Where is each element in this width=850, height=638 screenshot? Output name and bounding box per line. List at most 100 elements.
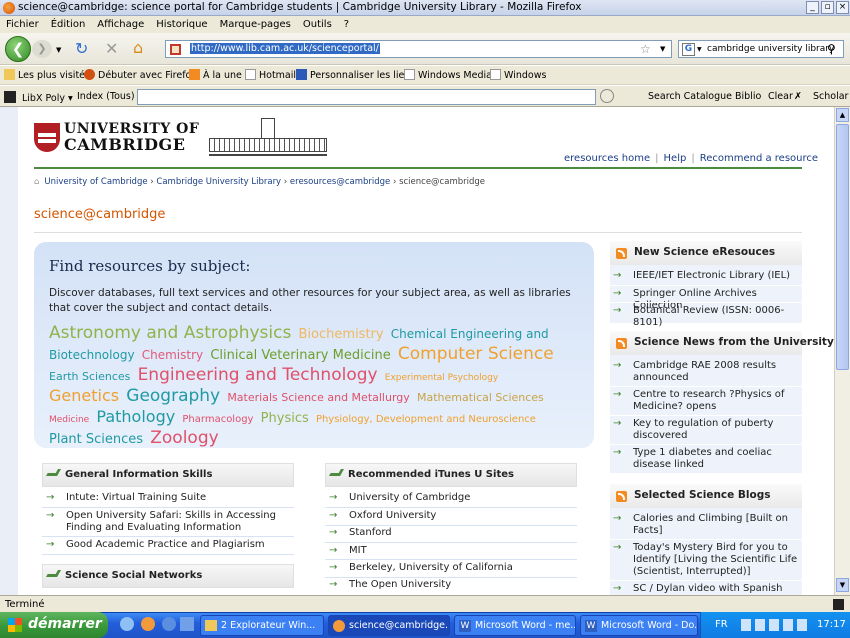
itunes-item[interactable]: Stanford <box>329 527 577 539</box>
home-icon[interactable]: ⌂ <box>133 38 143 57</box>
reload-icon[interactable]: ↻ <box>75 39 88 58</box>
scholar-button[interactable]: Scholar <box>813 91 848 102</box>
subject-link[interactable]: Experimental Psychology <box>385 373 498 383</box>
news-item[interactable]: Cambridge RAE 2008 results announced <box>613 360 793 384</box>
itunes-item[interactable]: MIT <box>329 545 577 557</box>
eresources-item[interactable]: IEEE/IET Electronic Library (IEL) <box>613 270 801 282</box>
blog-item[interactable]: Today's Mystery Bird for you to Identify… <box>613 542 805 578</box>
subject-link[interactable]: Physics <box>261 411 309 426</box>
url-text[interactable]: http://www.lib.cam.ac.uk/scienceportal/ <box>190 43 380 54</box>
scroll-up-icon[interactable]: ▲ <box>836 108 849 122</box>
search-catalogue-button[interactable]: Search Catalogue Biblio <box>648 91 761 102</box>
scholar-icon[interactable]: ✗ <box>794 91 802 102</box>
info-skills-item[interactable]: Good Academic Practice and Plagiarism <box>46 539 294 551</box>
menu-outils[interactable]: Outils <box>297 16 338 31</box>
subject-link[interactable]: Zoology <box>150 428 218 448</box>
clear-button[interactable]: Clear <box>768 91 793 102</box>
menu-marque-pages[interactable]: Marque-pages <box>214 16 297 31</box>
libx-go-icon[interactable] <box>600 89 614 103</box>
blog-item[interactable]: Calories and Climbing [Built on Facts] <box>613 513 793 537</box>
bookmark-a-la-une[interactable]: À la une <box>189 69 242 81</box>
menu-edition[interactable]: Édition <box>45 16 92 31</box>
libx-menu[interactable]: LibX Poly ▾ <box>4 91 73 104</box>
close-button[interactable]: × <box>836 1 849 14</box>
bookmark-personnaliser[interactable]: Personnaliser les liens <box>296 69 415 81</box>
eresources-home-link[interactable]: eresources home <box>564 153 650 164</box>
stop-icon[interactable]: ✕ <box>105 39 118 58</box>
language-indicator[interactable]: FR <box>715 619 728 630</box>
subject-link[interactable]: Plant Sciences <box>49 432 143 447</box>
breadcrumb-library[interactable]: Cambridge University Library <box>156 177 281 187</box>
search-icon[interactable]: ⚲ <box>827 42 836 56</box>
back-button[interactable]: ❮ <box>5 36 31 62</box>
google-icon[interactable]: G <box>682 43 695 56</box>
rss-icon[interactable] <box>616 491 627 502</box>
start-button[interactable]: démarrer <box>0 612 108 638</box>
itunes-item[interactable]: The Open University <box>329 579 577 591</box>
task-word-1[interactable]: W Microsoft Word - me... <box>454 615 576 636</box>
quicklaunch-ie-icon[interactable] <box>120 617 134 631</box>
menu-fichier[interactable]: Fichier <box>0 16 45 31</box>
task-explorer[interactable]: 2 Explorateur Win... <box>200 615 324 636</box>
subject-link[interactable]: Pharmacology <box>182 414 253 425</box>
bookmark-hotmail[interactable]: Hotmail <box>245 69 296 81</box>
bookmark-windows[interactable]: Windows <box>490 69 546 81</box>
subject-link[interactable]: Earth Sciences <box>49 370 130 383</box>
news-item[interactable]: Type 1 diabetes and coeliac disease link… <box>613 447 801 471</box>
menu-help[interactable]: ? <box>338 16 355 31</box>
subject-link[interactable]: Biochemistry <box>299 327 384 342</box>
breadcrumb-eresources[interactable]: eresources@cambridge <box>290 177 390 187</box>
subject-link[interactable]: Pathology <box>96 407 175 426</box>
eresources-item[interactable]: Botanical Review (ISSN: 0006-8101) <box>613 305 801 329</box>
info-skills-item[interactable]: Intute: Virtual Training Suite <box>46 492 294 504</box>
recommend-resource-link[interactable]: Recommend a resource <box>700 153 818 164</box>
task-firefox[interactable]: science@cambridge... <box>328 615 450 636</box>
quicklaunch-desktop-icon[interactable] <box>180 617 194 631</box>
rss-icon[interactable] <box>616 248 627 259</box>
history-dropdown-icon[interactable]: ▼ <box>56 46 61 54</box>
subject-link[interactable]: Materials Science and Metallurgy <box>227 391 409 404</box>
news-item[interactable]: Key to regulation of puberty discovered <box>613 418 793 442</box>
url-bar[interactable]: http://www.lib.cam.ac.uk/scienceportal/ … <box>165 40 672 58</box>
forward-button[interactable]: ❯ <box>32 40 52 58</box>
scroll-thumb[interactable] <box>836 124 849 370</box>
itunes-item[interactable]: University of Cambridge <box>329 492 577 504</box>
menu-affichage[interactable]: Affichage <box>91 16 150 31</box>
breadcrumb-university[interactable]: University of Cambridge <box>44 177 147 187</box>
subject-link[interactable]: Genetics <box>49 386 119 405</box>
info-skills-item[interactable]: Open University Safari: Skills in Access… <box>46 510 296 534</box>
libx-index-dropdown[interactable]: Index (Tous) ▾ <box>77 91 142 102</box>
subject-link[interactable]: Engineering and Technology <box>138 365 378 385</box>
maximize-button[interactable]: ▫ <box>821 1 834 14</box>
help-link[interactable]: Help <box>664 153 687 164</box>
task-word-2[interactable]: W Microsoft Word - Do... <box>580 615 698 636</box>
itunes-item[interactable]: Berkeley, University of California <box>329 562 577 574</box>
minimize-button[interactable]: _ <box>806 1 819 14</box>
bookmark-windows-media[interactable]: Windows Media <box>404 69 492 81</box>
subject-link[interactable]: Mathematical Sciences <box>417 391 544 404</box>
bookmark-star-icon[interactable]: ☆ <box>640 42 651 56</box>
subject-link[interactable]: Chemistry <box>142 348 203 362</box>
scroll-down-icon[interactable]: ▼ <box>836 578 849 592</box>
bookmark-most-visited[interactable]: Les plus visités <box>4 69 90 81</box>
engine-dropdown-icon[interactable]: ▼ <box>697 46 702 53</box>
menu-historique[interactable]: Historique <box>150 16 213 31</box>
search-box[interactable]: G ▼ cambridge university library ⚲ <box>678 40 844 58</box>
url-dropdown-icon[interactable]: ▼ <box>660 45 665 53</box>
subject-link[interactable]: Computer Science <box>398 344 554 364</box>
subject-link[interactable]: Physiology, Development and Neuroscience <box>316 414 536 425</box>
subject-link[interactable]: Clinical Veterinary Medicine <box>210 348 390 363</box>
green-arrow-icon <box>45 469 62 476</box>
subject-link[interactable]: Geography <box>126 386 220 406</box>
subject-link[interactable]: Astronomy and Astrophysics <box>49 323 291 343</box>
libx-search-input[interactable] <box>137 89 596 105</box>
itunes-item[interactable]: Oxford University <box>329 510 577 522</box>
quicklaunch-media-icon[interactable] <box>162 617 176 631</box>
subject-link[interactable]: Medicine <box>49 415 89 425</box>
list-separator <box>325 507 577 508</box>
rss-icon[interactable] <box>616 338 627 349</box>
quicklaunch-firefox-icon[interactable] <box>141 617 155 631</box>
bookmark-getting-started[interactable]: Débuter avec Firefox <box>84 69 197 81</box>
search-value[interactable]: cambridge university library <box>707 44 834 54</box>
news-item[interactable]: Centre to research ?Physics of Medicine?… <box>613 389 793 413</box>
